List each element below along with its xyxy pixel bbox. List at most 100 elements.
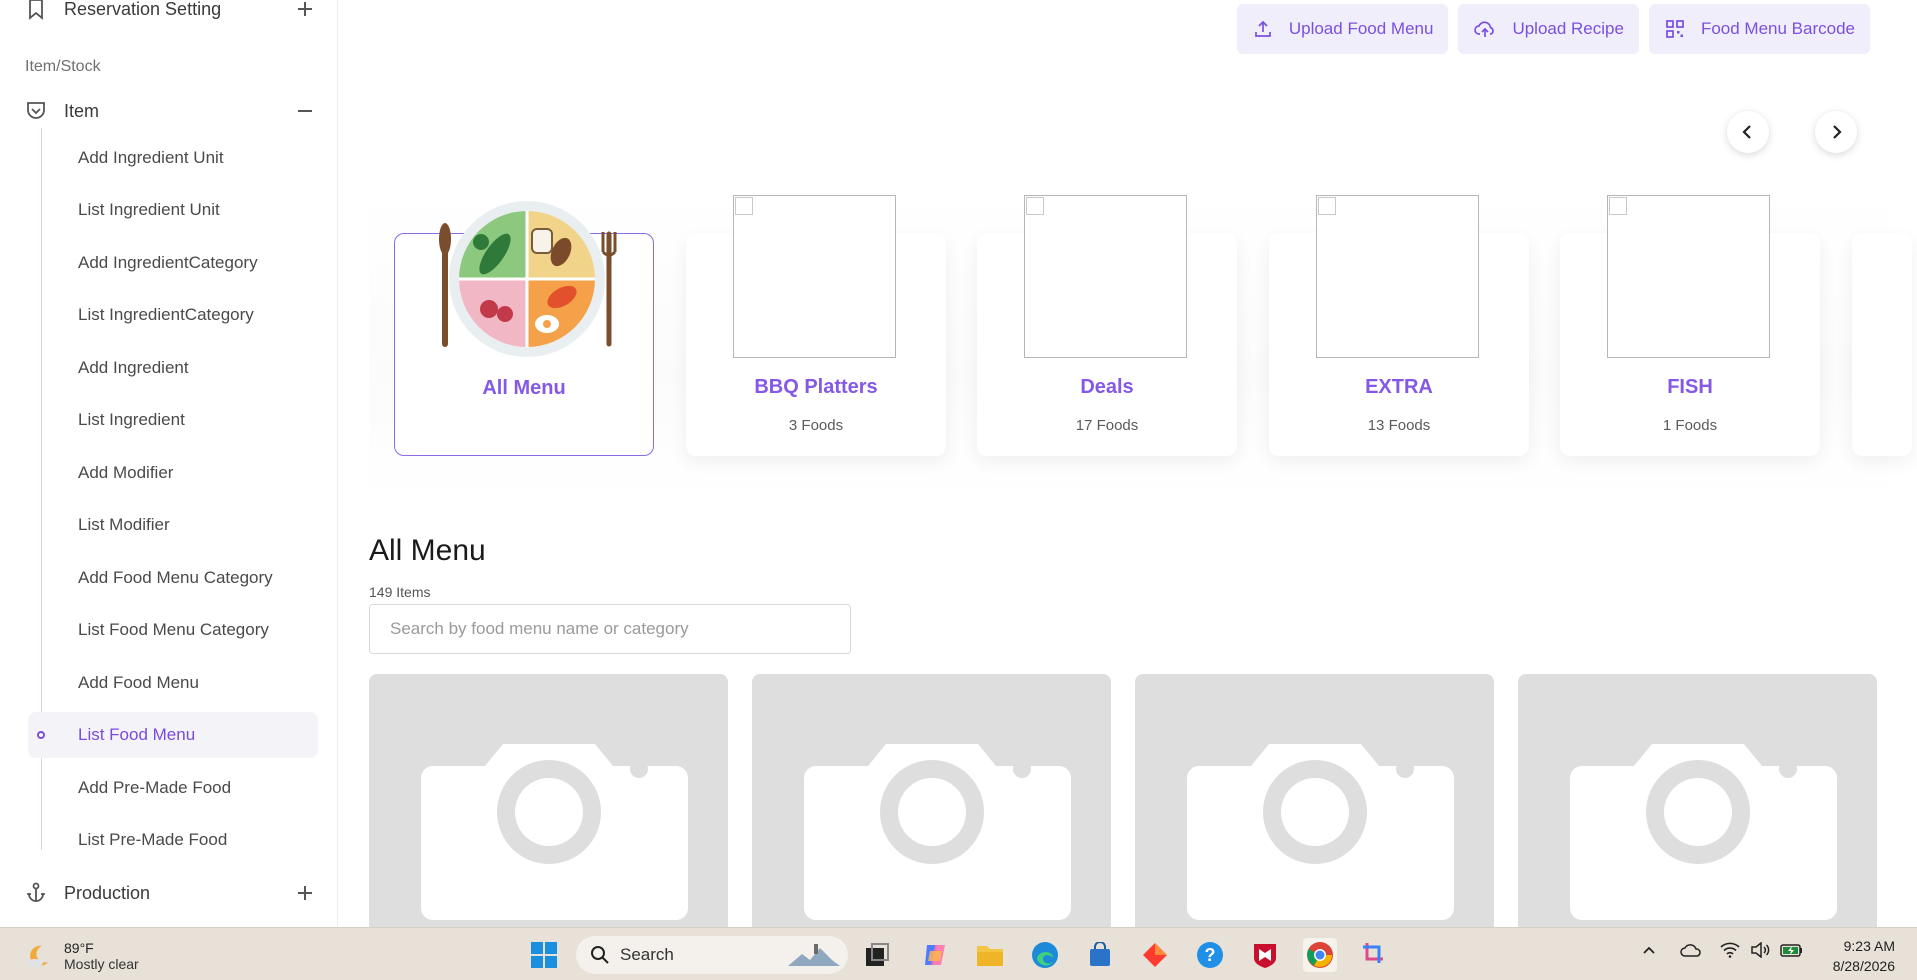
food-card-placeholder[interactable] xyxy=(369,674,728,927)
food-card-placeholder[interactable] xyxy=(752,674,1111,927)
camera-icon xyxy=(804,744,1071,920)
sidebar-item-label: Reservation Setting xyxy=(64,0,222,19)
anchor-icon xyxy=(27,882,45,902)
food-menu-barcode-label: Food Menu Barcode xyxy=(1700,19,1855,38)
category-name: EXTRA xyxy=(1365,376,1433,398)
food-card-placeholder[interactable] xyxy=(1518,674,1877,927)
category-card-fish[interactable]: FISH 1 Foods xyxy=(1560,195,1820,456)
sidebar-subitem-add-food-menu-category[interactable]: Add Food Menu Category xyxy=(28,555,318,601)
help-icon: ? xyxy=(1197,942,1223,968)
onedrive-icon[interactable] xyxy=(1680,942,1702,963)
help-button[interactable]: ? xyxy=(1193,938,1227,972)
sidebar-subitem-list-food-menu-category[interactable]: List Food Menu Category xyxy=(28,607,318,653)
plus-icon[interactable] xyxy=(296,884,314,902)
plus-icon[interactable] xyxy=(296,0,314,18)
sidebar-subitem-add-ingredient-unit[interactable]: Add Ingredient Unit xyxy=(28,135,318,181)
clock-date: 8/28/2026 xyxy=(1832,958,1895,974)
battery-charging-icon[interactable] xyxy=(1780,942,1804,963)
svg-text:?: ? xyxy=(1205,945,1216,965)
food-card-placeholder[interactable] xyxy=(1135,674,1494,927)
sidebar-subitem-list-pre-made-food[interactable]: List Pre-Made Food xyxy=(28,817,318,863)
system-clock[interactable]: 9:23 AM 8/28/2026 xyxy=(1833,936,1895,976)
chrome-button[interactable] xyxy=(1303,938,1337,972)
bookmark-icon xyxy=(29,0,43,20)
active-dot-icon xyxy=(37,731,45,739)
sidebar-subitem-label: List Food Menu xyxy=(78,725,196,744)
broken-image xyxy=(1316,195,1479,358)
windows-start-button[interactable] xyxy=(527,938,561,972)
wifi-icon[interactable] xyxy=(1720,942,1740,963)
sidebar-subitem-add-ingredient-category[interactable]: Add IngredientCategory xyxy=(28,240,318,286)
sidebar-item-label: Item xyxy=(64,100,100,121)
edge-button[interactable] xyxy=(1028,938,1062,972)
category-card-bbq-platters[interactable]: BBQ Platters 3 Foods xyxy=(686,195,946,456)
broken-image xyxy=(1607,195,1770,358)
category-name: Deals xyxy=(1080,376,1134,398)
temperature: 89°F xyxy=(64,940,94,956)
sidebar-subitem-add-food-menu[interactable]: Add Food Menu xyxy=(28,660,318,706)
copilot-icon xyxy=(925,945,945,965)
copilot-button[interactable] xyxy=(918,938,952,972)
category-card-all-menu[interactable]: All Menu xyxy=(394,201,654,456)
chevron-left-icon xyxy=(1742,125,1751,139)
carousel-prev-button[interactable] xyxy=(1727,111,1769,153)
sidebar-subitem-add-ingredient[interactable]: Add Ingredient xyxy=(28,345,318,391)
volume-icon[interactable] xyxy=(1750,941,1770,963)
chevron-up-icon[interactable] xyxy=(1641,942,1657,963)
store-icon xyxy=(1090,942,1110,966)
shield-m-icon xyxy=(1254,944,1276,968)
sidebar-subitem-list-ingredient-unit[interactable]: List Ingredient Unit xyxy=(28,187,318,233)
moon-cloud-icon xyxy=(27,945,48,967)
broken-image xyxy=(733,195,896,358)
items-count: 149 Items xyxy=(369,584,431,600)
search-highlight-icon xyxy=(788,944,840,966)
carousel-next-button[interactable] xyxy=(1815,111,1857,153)
task-view-icon xyxy=(866,943,889,966)
sidebar-subitem-list-ingredient[interactable]: List Ingredient xyxy=(28,397,318,443)
weather-description: Mostly clear xyxy=(64,956,139,972)
sidebar-subitem-add-modifier[interactable]: Add Modifier xyxy=(28,450,318,496)
taskbar: 89°F Mostly clear Search ? 9:23 AM 8/28/… xyxy=(0,927,1917,980)
weather-widget[interactable]: 89°F Mostly clear xyxy=(24,940,139,972)
file-explorer-button[interactable] xyxy=(973,938,1007,972)
sidebar-item-reservation-setting[interactable]: Reservation Setting xyxy=(24,0,314,26)
folder-icon xyxy=(977,946,1003,966)
sidebar-subitem-list-food-menu[interactable]: List Food Menu xyxy=(28,712,318,758)
sidebar-subitem-add-pre-made-food[interactable]: Add Pre-Made Food xyxy=(28,765,318,811)
upload-recipe-button[interactable]: Upload Recipe xyxy=(1458,4,1639,54)
sidebar-item-item[interactable]: Item xyxy=(24,94,314,128)
task-view-button[interactable] xyxy=(860,938,894,972)
category-count: 17 Foods xyxy=(1075,417,1139,434)
sidebar-item-label: Production xyxy=(64,882,151,903)
category-carousel: All Menu BBQ Platters 3 Foods Deals 17 F… xyxy=(369,190,1912,500)
sidebar-item-production[interactable]: Production xyxy=(24,876,314,910)
category-count: 3 Foods xyxy=(788,417,844,434)
page-title: All Menu xyxy=(369,534,486,567)
food-plate-icon xyxy=(439,201,617,357)
category-card-partial[interactable] xyxy=(1852,233,1912,456)
sidebar-subitem-list-modifier[interactable]: List Modifier xyxy=(28,502,318,548)
clock-time: 9:23 AM xyxy=(1843,938,1895,954)
diamond-app-icon xyxy=(1143,943,1167,967)
snipping-tool-button[interactable] xyxy=(1358,938,1392,972)
toolbar: Upload Food Menu Upload Recipe Food Menu… xyxy=(1236,4,1870,54)
main-content: Upload Food Menu Upload Recipe Food Menu… xyxy=(355,0,1917,927)
camera-icon xyxy=(421,744,688,920)
snipping-tool-icon xyxy=(1363,943,1383,963)
red-app-button[interactable] xyxy=(1138,938,1172,972)
search-input[interactable] xyxy=(369,604,851,654)
food-menu-barcode-button[interactable]: Food Menu Barcode xyxy=(1648,4,1870,54)
taskbar-search[interactable]: Search xyxy=(576,936,848,974)
category-card-deals[interactable]: Deals 17 Foods xyxy=(977,195,1237,456)
category-name: FISH xyxy=(1667,376,1713,398)
pocket-icon xyxy=(27,102,45,119)
category-card-extra[interactable]: EXTRA 13 Foods xyxy=(1269,195,1529,456)
upload-icon xyxy=(1254,20,1271,37)
windows-icon xyxy=(531,942,557,968)
mcafee-button[interactable] xyxy=(1248,938,1282,972)
sidebar-subitem-list-ingredient-category[interactable]: List IngredientCategory xyxy=(28,292,318,338)
store-button[interactable] xyxy=(1083,938,1117,972)
upload-food-menu-label: Upload Food Menu xyxy=(1288,19,1434,38)
upload-food-menu-button[interactable]: Upload Food Menu xyxy=(1236,4,1449,54)
minus-icon[interactable] xyxy=(296,102,314,120)
